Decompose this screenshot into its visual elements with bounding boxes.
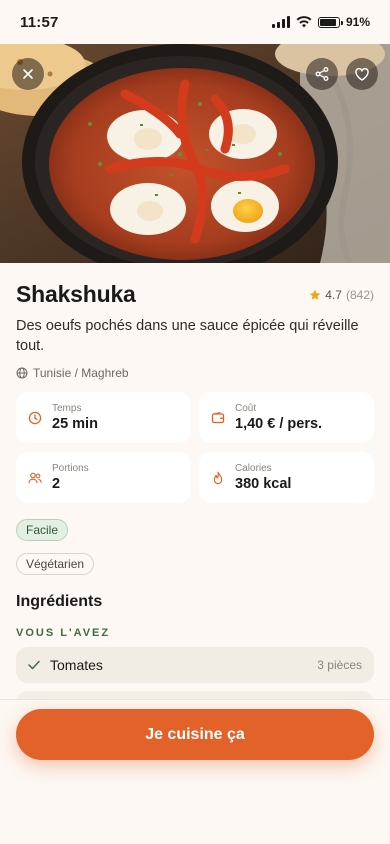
have-section-label: VOUS L'AVEZ	[16, 627, 111, 639]
rating-value: 4.7	[325, 287, 342, 302]
ingredient-name: Tomates	[50, 657, 103, 673]
favorite-button[interactable]	[346, 58, 378, 90]
origin-label: Tunisie / Maghreb	[33, 366, 129, 380]
rating-count: (842)	[345, 287, 374, 302]
tags: Facile Végétarien	[16, 519, 374, 575]
check-icon	[28, 660, 40, 670]
recipe-origin: Tunisie / Maghreb	[16, 366, 374, 380]
share-button[interactable]	[306, 58, 338, 90]
stat-portions: Portions 2	[16, 452, 191, 503]
stat-label: Portions	[52, 463, 89, 474]
ingredient-row[interactable]: Tomates 3 pièces	[16, 647, 374, 683]
share-icon	[315, 67, 329, 81]
stat-time: Temps 25 min	[16, 392, 191, 443]
stats-grid: Temps 25 min Coût 1,40 € / pers. Portions 2…	[16, 392, 374, 503]
ingredient-quantity: 3 pièces	[317, 658, 362, 672]
stat-label: Calories	[235, 463, 272, 474]
stat-label: Coût	[235, 403, 257, 414]
ingredients-title: Ingrédients	[16, 593, 103, 610]
battery-icon	[317, 16, 343, 28]
recipe-description: Des oeufs pochés dans une sauce épicée q…	[16, 318, 359, 354]
stat-value: 25 min	[52, 416, 98, 432]
battery-percent: 91%	[345, 15, 370, 29]
recipe-title: Shakshuka	[16, 281, 136, 307]
flame-icon	[213, 471, 223, 484]
globe-icon	[16, 367, 28, 379]
stat-label: Temps	[52, 403, 82, 414]
tag-diet: Végétarien	[16, 553, 95, 575]
title-row: Shakshuka 4.7 (842)	[16, 281, 374, 308]
status-icons: 91%	[271, 15, 370, 29]
clock-icon	[28, 411, 42, 424]
bottom-bar: Je cuisine ça	[0, 699, 390, 776]
status-time: 11:57	[20, 13, 59, 31]
close-icon	[23, 69, 33, 79]
stat-value: 1,40 € / pers.	[235, 416, 323, 432]
star-icon	[309, 289, 321, 300]
recipe-photo	[0, 44, 390, 263]
stat-calories: Calories 380 kcal	[199, 452, 374, 503]
cook-button[interactable]: Je cuisine ça	[16, 709, 374, 760]
users-icon	[28, 472, 42, 483]
wifi-icon	[296, 16, 312, 28]
stat-cost: Coût 1,40 € / pers.	[199, 392, 374, 443]
heart-icon	[355, 67, 369, 81]
stat-value: 2	[52, 476, 61, 492]
wallet-icon	[211, 411, 225, 423]
stat-value: 380 kcal	[235, 476, 292, 492]
rating: 4.7 (842)	[309, 288, 374, 302]
status-bar: 11:57 91%	[0, 0, 390, 44]
tag-difficulty: Facile	[16, 519, 69, 541]
close-button[interactable]	[12, 58, 44, 90]
signal-icon	[271, 16, 290, 28]
